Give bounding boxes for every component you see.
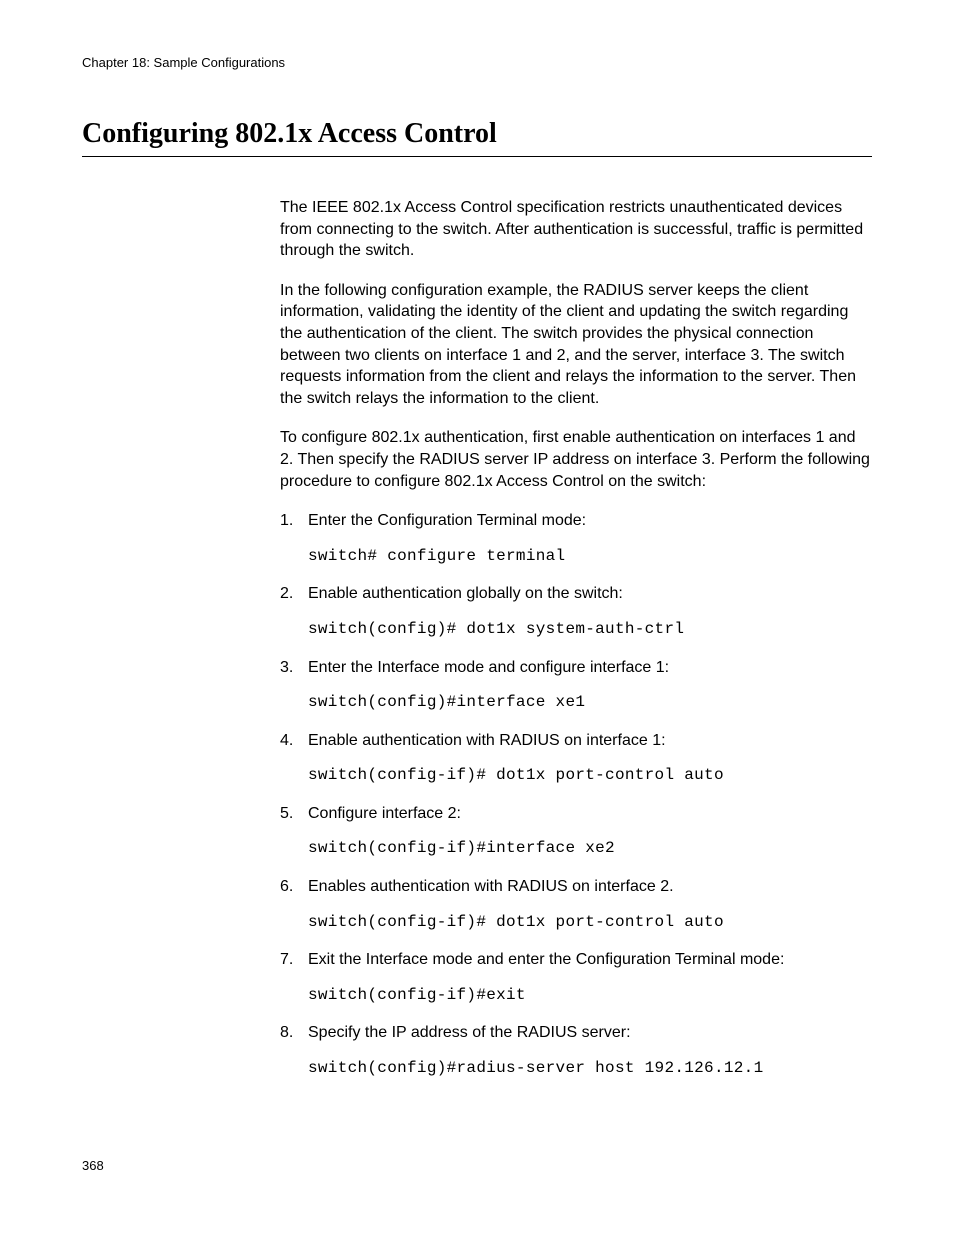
command-line: switch(config)# dot1x system-auth-ctrl <box>308 619 872 641</box>
command-line: switch(config)#radius-server host 192.12… <box>308 1058 872 1080</box>
step-text: Specify the IP address of the RADIUS ser… <box>308 1022 872 1044</box>
command-line: switch(config)#interface xe1 <box>308 692 872 714</box>
command-line: switch(config-if)# dot1x port-control au… <box>308 765 872 787</box>
step-text: Configure interface 2: <box>308 803 872 825</box>
command-line: switch# configure terminal <box>308 546 872 568</box>
step-number: 4. <box>280 730 308 752</box>
step-text: Enable authentication with RADIUS on int… <box>308 730 872 752</box>
step-number: 8. <box>280 1022 308 1044</box>
step-row: 4. Enable authentication with RADIUS on … <box>280 730 872 752</box>
paragraph-2: In the following configuration example, … <box>280 280 872 410</box>
chapter-header: Chapter 18: Sample Configurations <box>82 55 872 70</box>
step-number: 5. <box>280 803 308 825</box>
step-number: 6. <box>280 876 308 898</box>
step-row: 7. Exit the Interface mode and enter the… <box>280 949 872 971</box>
step-text: Exit the Interface mode and enter the Co… <box>308 949 872 971</box>
paragraph-1: The IEEE 802.1x Access Control specifica… <box>280 197 872 262</box>
step-row: 6. Enables authentication with RADIUS on… <box>280 876 872 898</box>
step-row: 8. Specify the IP address of the RADIUS … <box>280 1022 872 1044</box>
step-number: 1. <box>280 510 308 532</box>
step-row: 2. Enable authentication globally on the… <box>280 583 872 605</box>
content-block: The IEEE 802.1x Access Control specifica… <box>280 197 872 1080</box>
command-line: switch(config-if)# dot1x port-control au… <box>308 912 872 934</box>
step-row: 5. Configure interface 2: <box>280 803 872 825</box>
step-text: Enter the Configuration Terminal mode: <box>308 510 872 532</box>
step-row: 3. Enter the Interface mode and configur… <box>280 657 872 679</box>
step-number: 2. <box>280 583 308 605</box>
section-title: Configuring 802.1x Access Control <box>82 118 872 157</box>
step-row: 1. Enter the Configuration Terminal mode… <box>280 510 872 532</box>
step-text: Enables authentication with RADIUS on in… <box>308 876 872 898</box>
page-container: Chapter 18: Sample Configurations Config… <box>0 0 954 1235</box>
step-number: 7. <box>280 949 308 971</box>
command-line: switch(config-if)#exit <box>308 985 872 1007</box>
paragraph-3: To configure 802.1x authentication, firs… <box>280 427 872 492</box>
step-number: 3. <box>280 657 308 679</box>
command-line: switch(config-if)#interface xe2 <box>308 838 872 860</box>
page-number: 368 <box>82 1158 104 1173</box>
step-text: Enable authentication globally on the sw… <box>308 583 872 605</box>
step-text: Enter the Interface mode and configure i… <box>308 657 872 679</box>
